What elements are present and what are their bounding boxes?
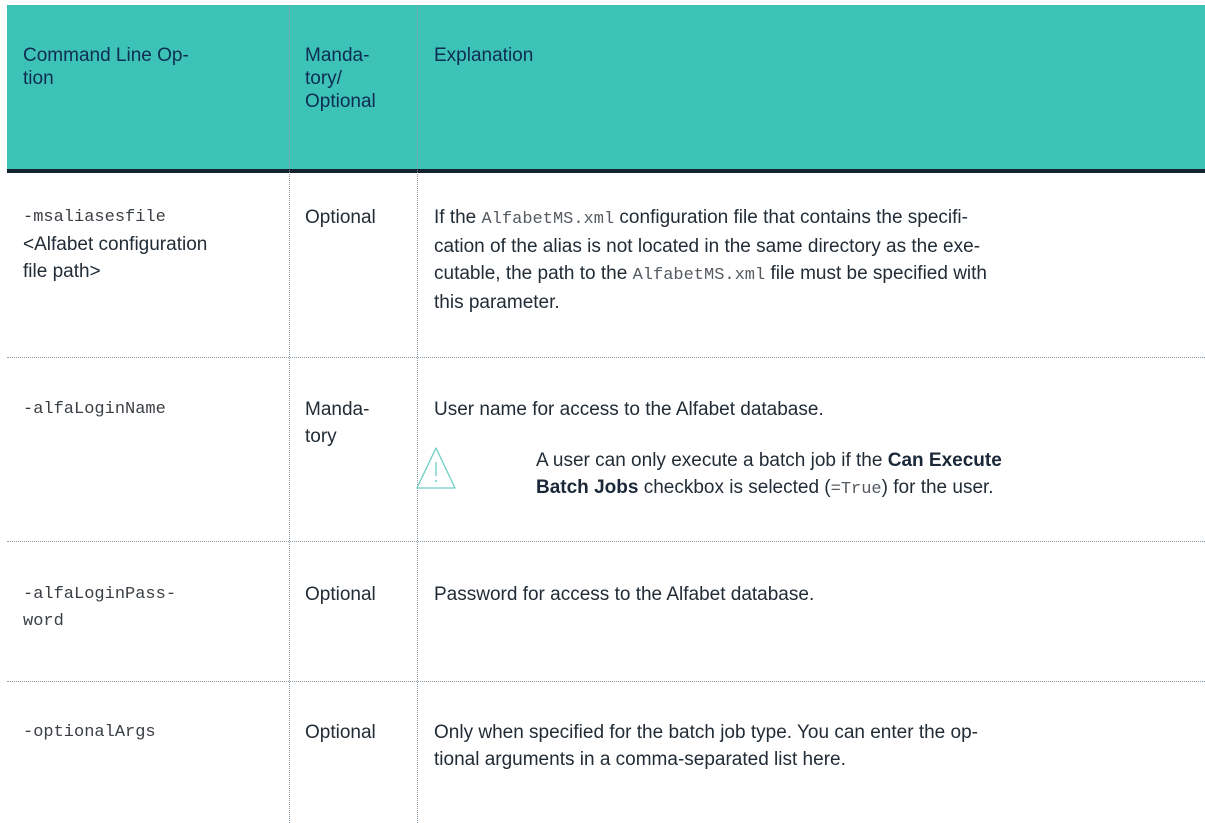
option-name: -alfaLoginPass- word	[23, 585, 177, 631]
row-separator	[7, 681, 1205, 682]
setting-label: Batch Jobs	[536, 477, 639, 498]
option-argument: <Alfabet configuration file path>	[23, 234, 208, 282]
row-separator	[7, 541, 1205, 542]
status-cell: Optional	[305, 584, 376, 605]
header-mandatory-optional: Manda- tory/ Optional	[305, 45, 376, 112]
status-cell: Manda- tory	[305, 399, 370, 447]
column-divider	[417, 5, 418, 823]
header-explanation: Explanation	[434, 45, 534, 66]
code-filename: AlfabetMS.xml	[481, 210, 615, 229]
status-cell: Optional	[305, 722, 376, 743]
code-value: =True	[830, 480, 882, 499]
option-cell: -msaliasesfile <Alfabet configuration fi…	[23, 204, 283, 285]
command-line-options-table: Command Line Op- tion Manda- tory/ Optio…	[0, 0, 1205, 823]
explanation-cell: Password for access to the Alfabet datab…	[434, 584, 815, 605]
explanation-cell: User name for access to the Alfabet data…	[434, 399, 824, 420]
warning-note: A user can only execute a batch job if t…	[536, 450, 1002, 499]
explanation-cell: Only when specified for the batch job ty…	[434, 722, 978, 770]
header-command-line-option: Command Line Op- tion	[23, 45, 189, 89]
setting-label: Can Execute	[887, 450, 1002, 471]
row-separator	[7, 357, 1205, 358]
code-filename: AlfabetMS.xml	[632, 266, 766, 285]
explanation-cell: If the AlfabetMS.xml configuration file …	[434, 207, 987, 313]
warning-triangle-icon	[416, 447, 456, 489]
option-name: -msaliasesfile	[23, 208, 166, 227]
status-cell: Optional	[305, 207, 376, 228]
option-name: -alfaLoginName	[23, 400, 166, 419]
option-name: -optionalArgs	[23, 723, 156, 742]
column-divider	[289, 5, 290, 823]
header-divider	[7, 169, 1205, 173]
